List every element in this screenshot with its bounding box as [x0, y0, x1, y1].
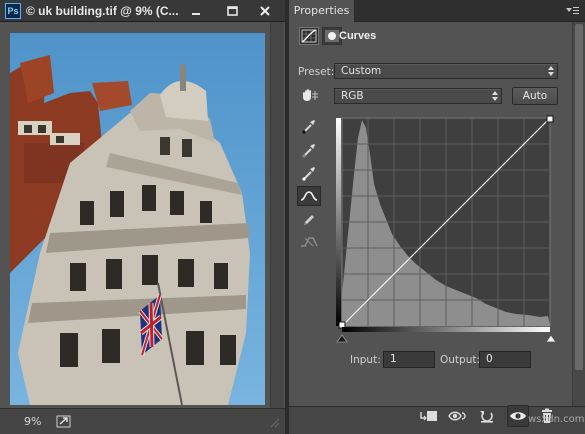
- minimize-button[interactable]: [178, 0, 214, 22]
- pencil-tool[interactable]: [297, 210, 321, 230]
- smooth-curve-icon: [301, 237, 318, 247]
- document-vertical-scrollbar[interactable]: [270, 22, 284, 408]
- on-image-adjustment-tool[interactable]: [296, 86, 322, 106]
- document-title-bar[interactable]: Ps © uk building.tif @ 9% (C...: [0, 0, 285, 22]
- input-slider-track[interactable]: [336, 332, 556, 344]
- document-title: © uk building.tif @ 9% (C...: [26, 4, 179, 18]
- output-field[interactable]: 0: [479, 351, 531, 368]
- input-label: Input:: [350, 354, 381, 366]
- curve-white-point[interactable]: [546, 115, 554, 123]
- status-menu-button[interactable]: [56, 414, 72, 428]
- adjustment-title: Curves: [339, 30, 377, 42]
- maximize-button[interactable]: [214, 0, 250, 22]
- panel-vertical-scrollbar[interactable]: [572, 22, 585, 406]
- preset-dropdown[interactable]: Custom: [334, 63, 558, 79]
- document-window: Ps © uk building.tif @ 9% (C... 9%: [0, 0, 285, 434]
- close-button[interactable]: [246, 0, 284, 22]
- reset-icon: [480, 411, 493, 423]
- watermark: wsxdn.com: [528, 414, 585, 425]
- curves-graph[interactable]: [336, 114, 554, 334]
- view-previous-state-button[interactable]: [447, 405, 469, 427]
- edit-points-tool[interactable]: [297, 186, 321, 206]
- draw-pencil-icon: [304, 215, 314, 225]
- sample-white-point-eyedropper-icon: [302, 167, 315, 181]
- curves-adjustment-button[interactable]: [299, 27, 319, 45]
- tab-properties[interactable]: Properties: [289, 0, 355, 22]
- output-gradient-bar: [336, 118, 341, 326]
- white-point-eyedropper[interactable]: [297, 163, 321, 183]
- channel-dropdown[interactable]: RGB: [334, 88, 502, 104]
- reset-button[interactable]: [476, 405, 498, 427]
- panel-menu-icon[interactable]: [564, 5, 580, 17]
- toggle-visibility-icon: [510, 412, 526, 420]
- preset-label: Preset:: [298, 66, 335, 78]
- input-field[interactable]: 1: [383, 351, 435, 368]
- preset-value: Custom: [341, 65, 382, 77]
- auto-button[interactable]: Auto: [512, 87, 558, 105]
- curves-adjustment-icon: [301, 29, 317, 43]
- sample-black-point-eyedropper-icon: [302, 120, 315, 134]
- black-slider-triangle[interactable]: [336, 334, 348, 343]
- close-icon: [260, 6, 270, 16]
- sample-gray-point-eyedropper-icon: [302, 144, 315, 158]
- panel-tab-bar: Properties: [289, 0, 585, 22]
- chevron-updown-icon: [492, 91, 498, 101]
- photoshop-app-icon: Ps: [5, 3, 21, 19]
- building-photo: [10, 33, 265, 405]
- minimize-icon: [192, 13, 200, 15]
- export-arrow-icon: [56, 415, 71, 428]
- white-slider-triangle[interactable]: [545, 334, 556, 343]
- output-label: Output:: [440, 354, 481, 366]
- resize-grip-icon[interactable]: [268, 416, 280, 428]
- clip-to-layer-button[interactable]: [418, 405, 440, 427]
- smooth-curve-tool[interactable]: [297, 232, 321, 252]
- toggle-visibility-button[interactable]: [507, 405, 529, 427]
- document-image[interactable]: [10, 33, 265, 405]
- edit-points-curve-icon: [300, 191, 318, 201]
- maximize-icon: [227, 6, 238, 16]
- chevron-updown-icon: [548, 66, 554, 76]
- black-point-eyedropper[interactable]: [297, 116, 321, 136]
- clip-to-layer-icon: [420, 411, 437, 421]
- gray-point-eyedropper[interactable]: [297, 140, 321, 160]
- channel-value: RGB: [341, 90, 364, 102]
- canvas-area[interactable]: [0, 22, 285, 408]
- targeted-adjustment-hand-icon: [303, 89, 318, 101]
- scrollbar-thumb[interactable]: [575, 24, 583, 370]
- view-previous-state-icon: [448, 411, 466, 421]
- document-status-bar: 9%: [0, 408, 285, 434]
- zoom-level[interactable]: 9%: [24, 415, 41, 428]
